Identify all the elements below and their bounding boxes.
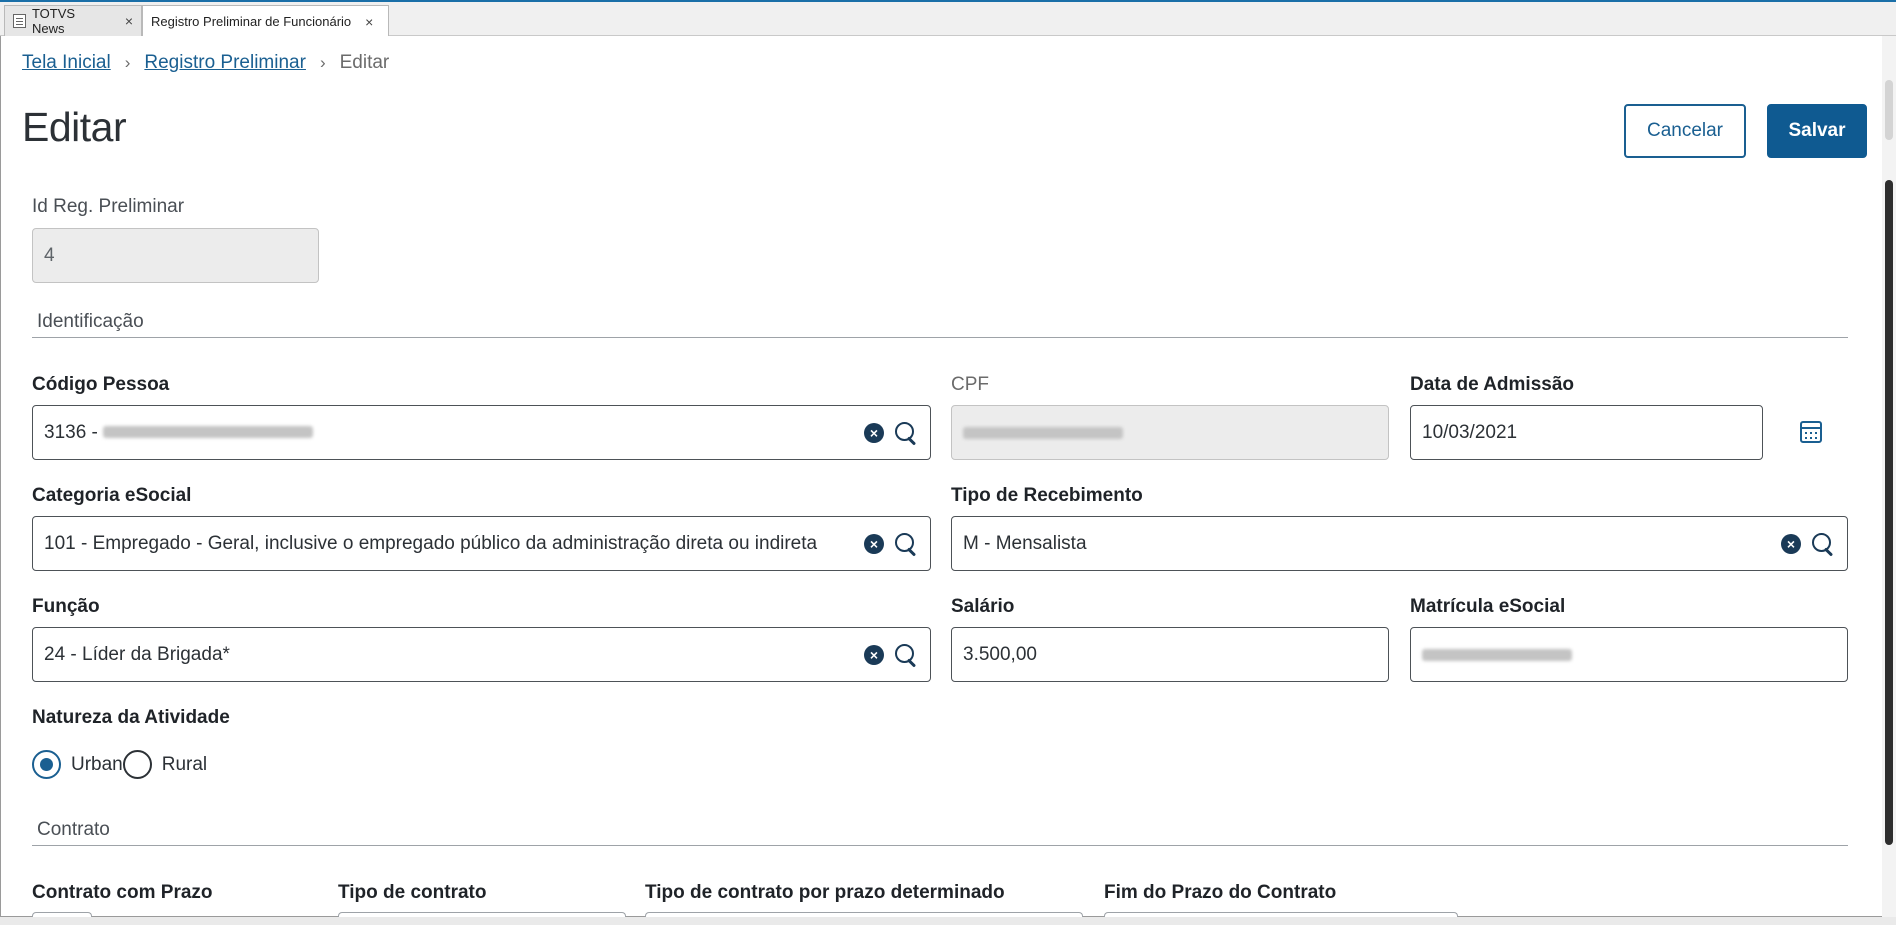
natureza-radio-group: Urban Rural — [32, 750, 207, 779]
tab-registro-preliminar[interactable]: Registro Preliminar de Funcionário × — [142, 5, 389, 37]
codigo-pessoa-field[interactable]: 3136 - × — [32, 405, 931, 460]
search-icon[interactable] — [894, 532, 918, 556]
codigo-pessoa-value: 3136 - — [44, 421, 104, 443]
page-title: Editar — [22, 104, 127, 150]
chevron-right-icon: › — [319, 53, 326, 72]
tipo-contrato-label: Tipo de contrato — [338, 882, 487, 903]
radio-urban-label[interactable]: Urban — [71, 754, 123, 776]
tipo-contrato-prazo-label: Tipo de contrato por prazo determinado — [645, 882, 1005, 903]
salario-value: 3.500,00 — [963, 643, 1037, 665]
funcao-field[interactable]: 24 - Líder da Brigada* × — [32, 627, 931, 682]
funcao-value: 24 - Líder da Brigada* — [44, 643, 230, 665]
contrato-prazo-label: Contrato com Prazo — [32, 882, 213, 903]
natureza-label: Natureza da Atividade — [32, 707, 230, 728]
tipo-recebimento-label: Tipo de Recebimento — [951, 485, 1143, 506]
salario-field[interactable]: 3.500,00 — [951, 627, 1389, 682]
tab-bar: TOTVS News × Registro Preliminar de Func… — [0, 2, 1896, 37]
categoria-label: Categoria eSocial — [32, 485, 192, 506]
categoria-value: 101 - Empregado - Geral, inclusive o emp… — [44, 532, 818, 554]
data-admissao-value: 10/03/2021 — [1422, 421, 1518, 443]
section-divider — [32, 337, 1848, 338]
codigo-pessoa-label: Código Pessoa — [32, 374, 170, 395]
chevron-right-icon: › — [124, 53, 131, 72]
matricula-label: Matrícula eSocial — [1410, 596, 1566, 617]
redacted-cpf — [963, 426, 1123, 439]
radio-rural-label[interactable]: Rural — [162, 754, 207, 776]
breadcrumb-current: Editar — [339, 52, 390, 73]
cpf-label: CPF — [951, 374, 989, 395]
breadcrumb: Tela Inicial › Registro Preliminar › Edi… — [22, 52, 389, 74]
cpf-field — [951, 405, 1389, 460]
search-icon[interactable] — [894, 643, 918, 667]
data-admissao-label: Data de Admissão — [1410, 374, 1575, 395]
content-area — [0, 36, 1896, 917]
section-divider — [32, 845, 1848, 846]
tipo-recebimento-value: M - Mensalista — [963, 532, 1087, 554]
tab-label: Registro Preliminar de Funcionário — [151, 14, 352, 29]
section-contrato: Contrato — [37, 819, 110, 840]
status-bar — [0, 917, 1896, 925]
fim-prazo-label: Fim do Prazo do Contrato — [1104, 882, 1337, 903]
calendar-icon[interactable] — [1800, 421, 1822, 443]
close-icon[interactable]: × — [125, 13, 133, 29]
breadcrumb-home-link[interactable]: Tela Inicial — [22, 52, 111, 74]
redacted-matricula — [1422, 648, 1572, 661]
save-button[interactable]: Salvar — [1767, 104, 1867, 158]
section-identificacao: Identificação — [37, 311, 144, 332]
document-icon — [13, 14, 26, 28]
cancel-button[interactable]: Cancelar — [1624, 104, 1746, 158]
scrollbar-thumb[interactable] — [1885, 180, 1893, 845]
tab-label: TOTVS News — [31, 6, 76, 36]
close-icon[interactable]: × — [365, 14, 373, 30]
clear-icon[interactable]: × — [864, 644, 884, 665]
salario-label: Salário — [951, 596, 1015, 617]
clear-icon[interactable]: × — [864, 533, 884, 554]
tipo-recebimento-field[interactable]: M - Mensalista × — [951, 516, 1848, 571]
tab-totvs-news[interactable]: TOTVS News × — [4, 5, 142, 36]
clear-icon[interactable]: × — [864, 422, 884, 443]
redacted-name — [103, 426, 314, 439]
radio-urban[interactable] — [32, 750, 61, 779]
data-admissao-field[interactable]: 10/03/2021 — [1410, 405, 1763, 460]
radio-rural[interactable] — [122, 750, 152, 779]
search-icon[interactable] — [1811, 532, 1835, 556]
breadcrumb-parent-link[interactable]: Registro Preliminar — [144, 52, 306, 74]
id-reg-label: Id Reg. Preliminar — [32, 196, 185, 217]
search-icon[interactable] — [894, 421, 918, 445]
id-reg-value: 4 — [44, 244, 55, 266]
categoria-field[interactable]: 101 - Empregado - Geral, inclusive o emp… — [32, 516, 931, 571]
id-reg-field: 4 — [32, 228, 319, 283]
clear-icon[interactable]: × — [1781, 533, 1801, 554]
funcao-label: Função — [32, 596, 100, 617]
matricula-field[interactable] — [1410, 627, 1848, 682]
scrollbar-thumb-outer[interactable] — [1885, 80, 1893, 140]
